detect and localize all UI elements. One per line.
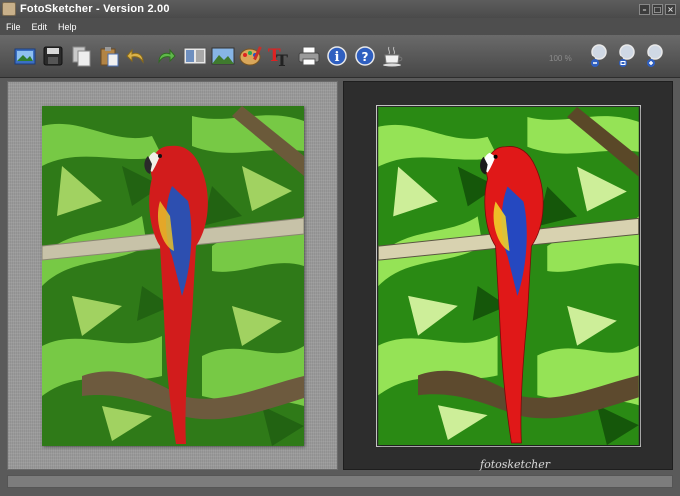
menu-file[interactable]: File (0, 22, 26, 32)
landscape-button[interactable] (210, 43, 236, 69)
zoom-out-icon (587, 44, 607, 67)
zoom-level: 100 % (549, 54, 572, 63)
output-frame (376, 105, 641, 447)
coffee-donate-button[interactable] (380, 43, 406, 69)
copy-icon (72, 46, 91, 67)
text-icon: T T (268, 46, 288, 68)
redo-button[interactable] (152, 43, 178, 69)
original-photo (42, 106, 304, 446)
minimize-button[interactable]: – (639, 3, 650, 15)
menu-help[interactable]: Help (52, 22, 82, 32)
zoom-fit-button[interactable] (613, 43, 639, 69)
drawing-parameters-icon (183, 47, 207, 65)
print-button[interactable] (296, 43, 322, 69)
original-image-panel[interactable] (7, 81, 338, 470)
paste-icon (100, 47, 119, 67)
copy-button[interactable] (68, 43, 94, 69)
save-icon (43, 46, 63, 66)
print-icon (298, 46, 320, 66)
menu-edit[interactable]: Edit (26, 22, 53, 32)
undo-button[interactable] (124, 43, 150, 69)
paste-button[interactable] (96, 43, 122, 69)
zoom-in-icon (643, 44, 663, 67)
maximize-button[interactable]: □ (652, 3, 663, 15)
text-button[interactable]: T T (266, 43, 292, 69)
title-bar: FotoSketcher - Version 2.00 – □ × (0, 0, 680, 18)
toolbar: T T i ? (0, 35, 680, 78)
help-button[interactable]: ? (352, 43, 378, 69)
svg-text:?: ? (362, 50, 369, 64)
open-image-icon (14, 48, 36, 65)
parrot-photo-sketched (378, 107, 639, 445)
app-icon (2, 2, 16, 16)
palette-icon (239, 46, 262, 66)
status-bar (7, 475, 673, 488)
info-icon: i (327, 46, 347, 66)
landscape-icon (211, 47, 235, 65)
open-image-button[interactable] (12, 43, 38, 69)
output-image-panel[interactable]: fotosketcher (343, 81, 673, 471)
parrot-photo-original (42, 106, 304, 446)
svg-text:T: T (276, 51, 288, 68)
window-title: FotoSketcher - Version 2.00 (20, 3, 170, 15)
fotosketcher-signature: fotosketcher (480, 458, 550, 471)
zoom-fit-icon (615, 44, 635, 67)
sketched-photo (378, 107, 639, 445)
undo-icon (126, 48, 144, 64)
zoom-out-button[interactable] (585, 43, 611, 69)
zoom-in-button[interactable] (641, 43, 667, 69)
coffee-donate-icon (383, 46, 403, 67)
close-button[interactable]: × (665, 3, 676, 15)
drawing-parameters-button[interactable] (182, 43, 208, 69)
menu-bar: File Edit Help (0, 18, 680, 35)
svg-text:i: i (335, 50, 340, 65)
help-icon: ? (355, 46, 375, 66)
info-button[interactable]: i (324, 43, 350, 69)
palette-button[interactable] (238, 43, 264, 69)
save-button[interactable] (40, 43, 66, 69)
redo-icon (158, 48, 176, 64)
